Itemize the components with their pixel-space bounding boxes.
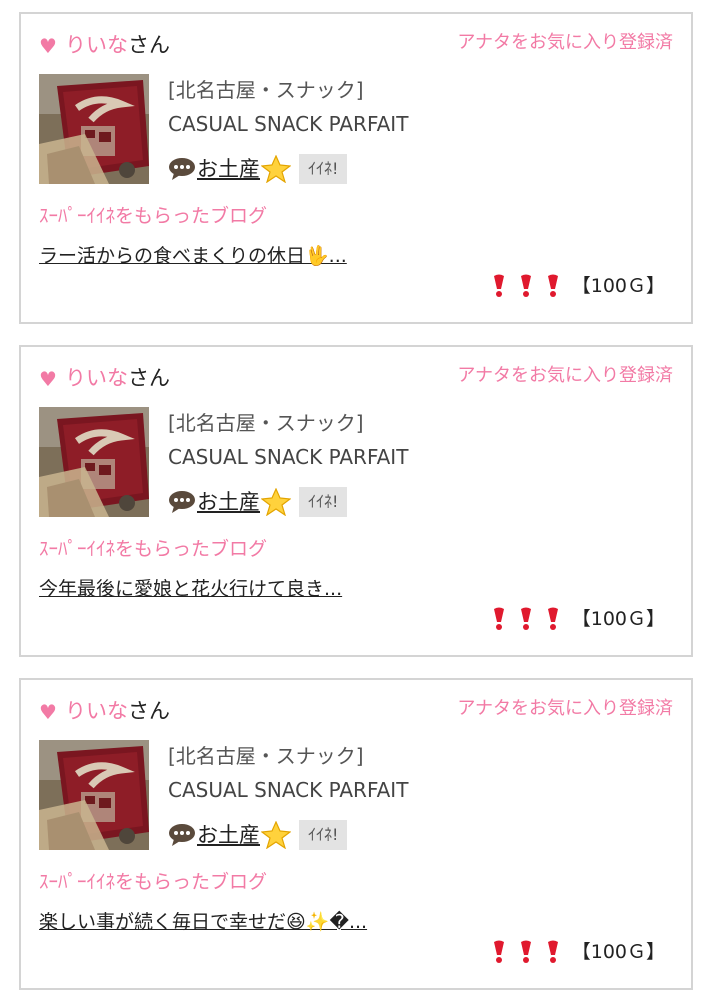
gift-row: お土産 ｲｲﾈ! <box>168 154 348 188</box>
super-iine-label: ｽｰﾊﾟｰｲｲﾈをもらったブログ <box>39 538 268 560</box>
super-iine-label: ｽｰﾊﾟｰｲｲﾈをもらったブログ <box>39 871 268 893</box>
heart-icon: ♥ <box>39 34 57 58</box>
card-header: ♥ りいなさん アナタをお気に入り登録済 <box>39 363 673 393</box>
red-exclamation-icon <box>543 940 563 964</box>
user-name-link[interactable]: りいなさん <box>65 363 170 393</box>
reward-amount: 【100Ｇ】 <box>571 274 665 297</box>
iine-button[interactable]: ｲｲﾈ! <box>299 154 348 184</box>
reward: 【100Ｇ】 <box>489 603 665 633</box>
shop-thumbnail[interactable] <box>39 407 149 517</box>
star-icon <box>260 820 292 850</box>
reward: 【100Ｇ】 <box>489 936 665 966</box>
red-exclamation-icon <box>516 607 536 631</box>
blog-title-link[interactable]: ラー活からの食べまくりの休日🖖... <box>39 242 347 270</box>
red-exclamation-icon <box>516 274 536 298</box>
red-exclamation-icon <box>489 274 509 298</box>
user-name-suffix: さん <box>128 33 170 57</box>
speech-bubble-icon <box>168 823 196 847</box>
card-header: ♥ りいなさん アナタをお気に入り登録済 <box>39 696 673 726</box>
speech-bubble-icon <box>168 490 196 514</box>
post-card: ♥ りいなさん アナタをお気に入り登録済 [北名古屋・スナック] CASUAL … <box>19 12 693 324</box>
card-header: ♥ りいなさん アナタをお気に入り登録済 <box>39 30 673 60</box>
user-name: りいな <box>65 33 128 57</box>
shop-area: [北名古屋・スナック] <box>168 744 364 768</box>
favorite-status: アナタをお気に入り登録済 <box>457 32 673 53</box>
shop-thumbnail[interactable] <box>39 740 149 850</box>
user-name-link[interactable]: りいなさん <box>65 696 170 726</box>
user-name: りいな <box>65 699 128 723</box>
super-iine-label: ｽｰﾊﾟｰｲｲﾈをもらったブログ <box>39 205 268 227</box>
gift-link[interactable]: お土産 <box>197 487 260 517</box>
reward: 【100Ｇ】 <box>489 270 665 300</box>
shop-name-link[interactable]: CASUAL SNACK PARFAIT <box>168 110 408 138</box>
iine-button[interactable]: ｲｲﾈ! <box>299 820 348 850</box>
gift-row: お土産 ｲｲﾈ! <box>168 820 348 854</box>
shop-name-link[interactable]: CASUAL SNACK PARFAIT <box>168 776 408 804</box>
gift-row: お土産 ｲｲﾈ! <box>168 487 348 521</box>
red-exclamation-icon <box>543 274 563 298</box>
speech-bubble-icon <box>168 157 196 181</box>
reward-amount: 【100Ｇ】 <box>571 940 665 963</box>
post-card: ♥ りいなさん アナタをお気に入り登録済 [北名古屋・スナック] CASUAL … <box>19 345 693 657</box>
favorite-status: アナタをお気に入り登録済 <box>457 698 673 719</box>
user-name: りいな <box>65 366 128 390</box>
favorite-status: アナタをお気に入り登録済 <box>457 365 673 386</box>
star-icon <box>260 487 292 517</box>
post-card: ♥ りいなさん アナタをお気に入り登録済 [北名古屋・スナック] CASUAL … <box>19 678 693 990</box>
user-name-suffix: さん <box>128 366 170 390</box>
user-name-suffix: さん <box>128 699 170 723</box>
iine-button[interactable]: ｲｲﾈ! <box>299 487 348 517</box>
red-exclamation-icon <box>489 607 509 631</box>
heart-icon: ♥ <box>39 367 57 391</box>
red-exclamation-icon <box>516 940 536 964</box>
heart-icon: ♥ <box>39 700 57 724</box>
gift-link[interactable]: お土産 <box>197 820 260 850</box>
shop-name-link[interactable]: CASUAL SNACK PARFAIT <box>168 443 408 471</box>
shop-area: [北名古屋・スナック] <box>168 78 364 102</box>
gift-link[interactable]: お土産 <box>197 154 260 184</box>
blog-title-link[interactable]: 楽しい事が続く毎日で幸せだ😆✨�... <box>39 908 367 936</box>
star-icon <box>260 154 292 184</box>
user-name-link[interactable]: りいなさん <box>65 30 170 60</box>
red-exclamation-icon <box>489 940 509 964</box>
reward-amount: 【100Ｇ】 <box>571 607 665 630</box>
red-exclamation-icon <box>543 607 563 631</box>
blog-title-link[interactable]: 今年最後に愛娘と花火行けて良き... <box>39 575 342 603</box>
shop-area: [北名古屋・スナック] <box>168 411 364 435</box>
shop-thumbnail[interactable] <box>39 74 149 184</box>
